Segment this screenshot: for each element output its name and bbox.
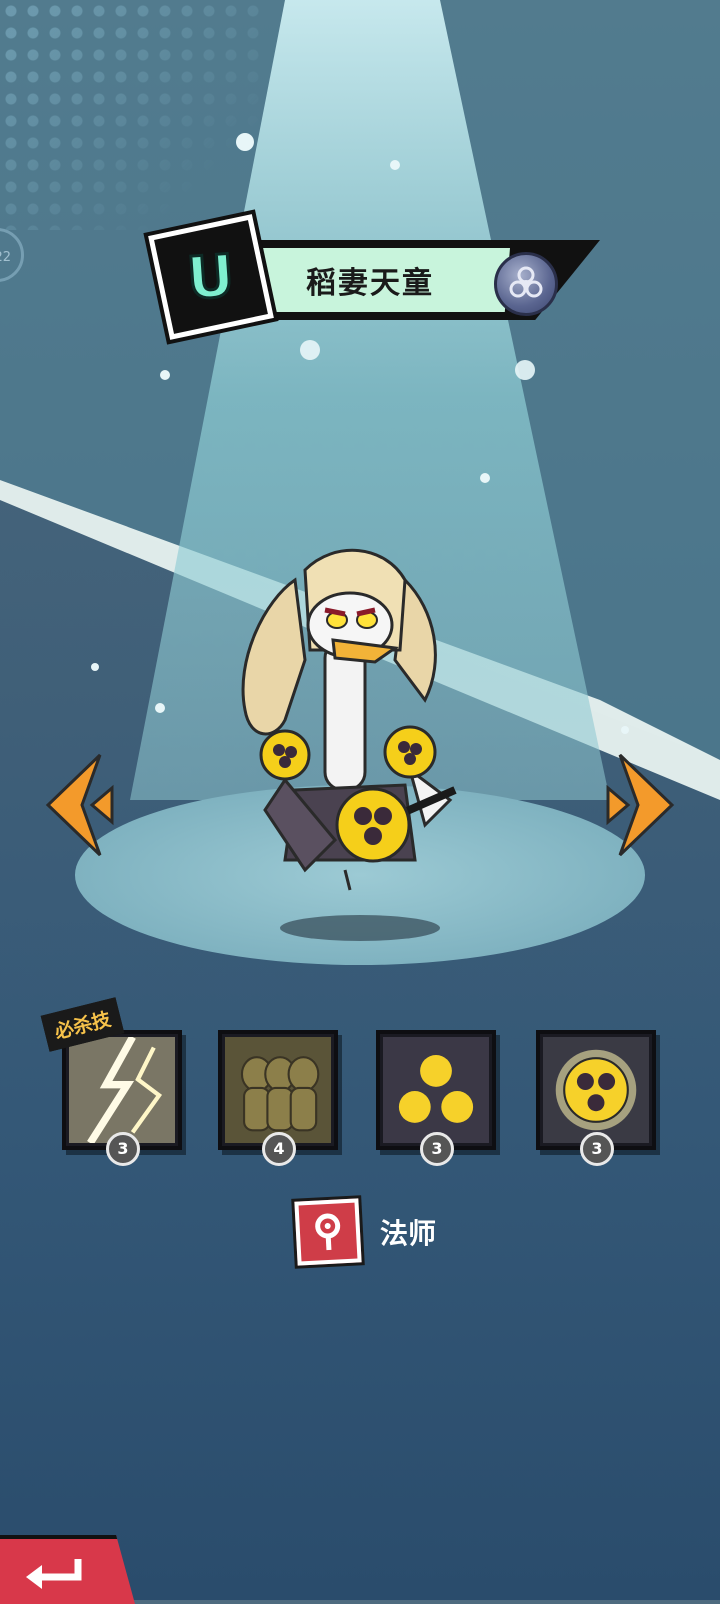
tomoe-orb-burst-icon bbox=[543, 1037, 649, 1143]
rank-badge: U bbox=[148, 214, 274, 340]
lightning-strike-icon bbox=[69, 1037, 175, 1143]
skill-level-badge: 3 bbox=[580, 1132, 614, 1166]
skill-list: 3 必杀技 4 3 3 bbox=[0, 997, 720, 1166]
chevron-right-icon[interactable] bbox=[600, 750, 680, 860]
class-label: 法师 bbox=[380, 1217, 437, 1250]
hero-name: 稻妻天童 bbox=[306, 266, 434, 301]
hero-class: 法师 bbox=[294, 1198, 437, 1266]
hero-title-banner: 稻妻天童 U bbox=[148, 210, 610, 350]
skill-level-badge: 3 bbox=[106, 1132, 140, 1166]
skill-slot-4[interactable]: 3 bbox=[536, 1030, 656, 1166]
shadow-clones-icon bbox=[225, 1037, 331, 1143]
biohazard-icon[interactable] bbox=[494, 252, 558, 316]
rank-letter: U bbox=[184, 240, 239, 314]
back-button[interactable] bbox=[0, 1535, 135, 1604]
skill-slot-2[interactable]: 4 bbox=[218, 1030, 338, 1166]
skill-level-badge: 3 bbox=[420, 1132, 454, 1166]
skill-level-badge: 4 bbox=[262, 1132, 296, 1166]
halftone-pattern bbox=[0, 0, 260, 230]
name-banner: 稻妻天童 bbox=[250, 248, 510, 312]
triple-tomoe-icon bbox=[383, 1037, 489, 1143]
skill-slot-1[interactable]: 3 必杀技 bbox=[40, 997, 182, 1166]
skill-slot-3[interactable]: 3 bbox=[376, 1030, 496, 1166]
mage-staff-icon bbox=[294, 1198, 362, 1266]
chevron-left-icon[interactable] bbox=[40, 750, 120, 860]
return-arrow-icon bbox=[26, 1559, 82, 1589]
hero-character-illustration bbox=[241, 548, 457, 891]
